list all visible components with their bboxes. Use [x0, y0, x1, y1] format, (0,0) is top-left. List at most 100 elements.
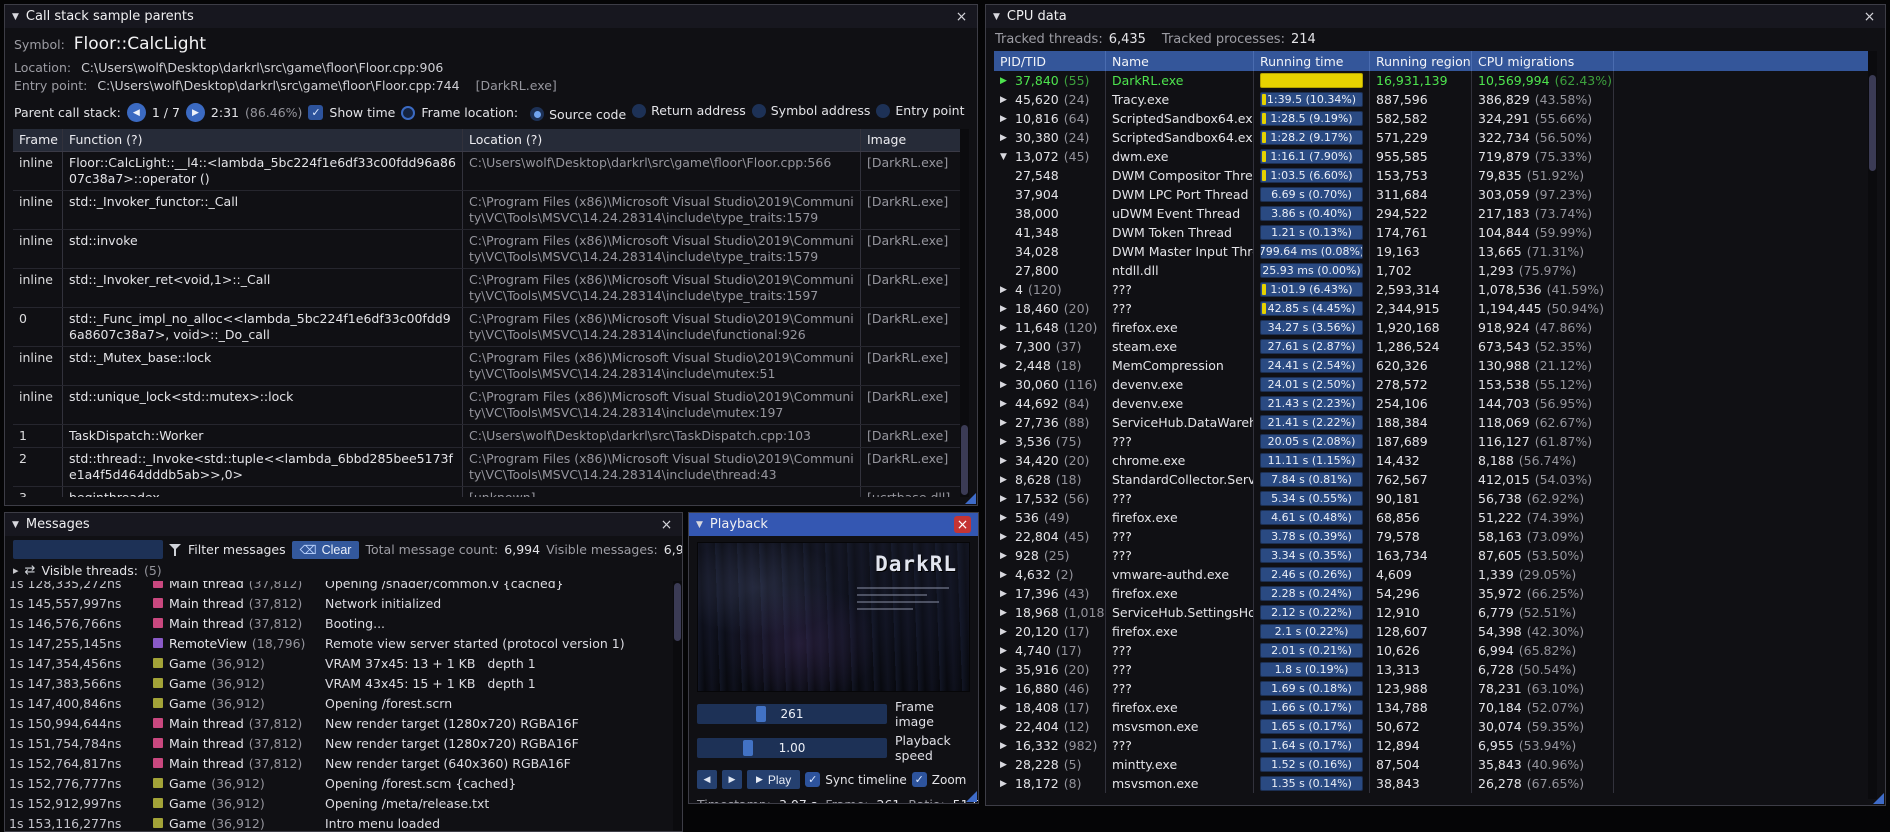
clear-button[interactable]: ⌫ Clear: [291, 540, 360, 559]
expand-arrow-icon[interactable]: ▶: [1000, 551, 1015, 561]
expand-arrow-icon[interactable]: ▶: [1000, 418, 1015, 428]
expand-arrow-icon[interactable]: ▶: [1000, 532, 1015, 542]
collapse-arrow-icon[interactable]: ▼: [12, 12, 19, 22]
collapse-arrow-icon[interactable]: ▼: [993, 12, 1000, 22]
column-header[interactable]: Running time: [1254, 51, 1370, 71]
expand-arrow-icon[interactable]: ▶: [1000, 76, 1015, 86]
message-row[interactable]: 1s 150,994,644ns Main thread (37,812) New r…: [5, 713, 673, 733]
cpu-row[interactable]: ▶ 4,740 (17)??? 2.01 s (0.21%) 10,626 6,994 (6…: [994, 641, 1877, 660]
message-row[interactable]: 1s 146,576,766ns Main thread (37,812) Booti…: [5, 613, 673, 633]
cpu-row[interactable]: ▼ 13,072 (45) dwm.exe 1:16.1 (7.90%) 955,585 7…: [994, 147, 1877, 166]
cpu-row[interactable]: ▶ 11,648 (120) firefox.exe 34.27 s (3.56%) 1,…: [994, 318, 1877, 337]
table-row[interactable]: inline std::unique_lock<std::mutex>::lock…: [13, 386, 960, 425]
cpu-row[interactable]: 38,000 uDWM Event Thread 3.86 s (0.40%) 294…: [994, 204, 1877, 223]
zoom-option[interactable]: Zoom 2×: [911, 772, 970, 787]
cpu-row[interactable]: 41,348 DWM Token Thread 1.21 s (0.13%) 174,…: [994, 223, 1877, 242]
cpu-row[interactable]: 37,904 DWM LPC Port Thread 6.69 s (0.70%) 3…: [994, 185, 1877, 204]
cpu-row[interactable]: ▶ 10,816 (64) ScriptedSandbox64.exe 1:28.5 (…: [994, 109, 1877, 128]
table-row[interactable]: 2 std::thread::_Invoke<std::tuple<<lambda…: [13, 448, 960, 487]
table-row[interactable]: inline Floor::CalcLight::__l4::<lambda_5b…: [13, 152, 960, 191]
close-icon[interactable]: ×: [1861, 8, 1878, 25]
messages-scrollbar[interactable]: [673, 581, 682, 831]
message-row[interactable]: 1s 152,764,817ns Main thread (37,812) New r…: [5, 753, 673, 773]
cpu-row[interactable]: ▶ 22,404 (12) msvsmon.exe 1.65 s (0.17%) 50,6…: [994, 717, 1877, 736]
cpu-row[interactable]: ▶ 17,532 (56)??? 5.34 s (0.55%) 90,181 56,738…: [994, 489, 1877, 508]
cpu-row[interactable]: ▶ 18,172 (8) msvsmon.exe 1.35 s (0.14%) 38,84…: [994, 774, 1877, 793]
step-back-button[interactable]: ◀: [697, 770, 717, 789]
cpu-row[interactable]: ▶ 4,632 (2) vmware-authd.exe 2.46 s (0.26%) 4…: [994, 565, 1877, 584]
cpu-row[interactable]: ▶ 20,120 (17) firefox.exe 2.1 s (0.22%) 128,6…: [994, 622, 1877, 641]
show-time-checkbox[interactable]: [308, 105, 324, 120]
collapse-arrow-icon[interactable]: ▼: [12, 520, 19, 530]
prev-callstack-button[interactable]: ◀: [126, 103, 146, 122]
expand-arrow-icon[interactable]: ▶: [1000, 95, 1015, 105]
expand-arrow-icon[interactable]: ▶: [1000, 589, 1015, 599]
expand-arrow-icon[interactable]: ▶: [1000, 342, 1015, 352]
cpu-row[interactable]: ▶ 45,620 (24) Tracy.exe 1:39.5 (10.34%) 887,5…: [994, 90, 1877, 109]
column-header[interactable]: PID/TID: [994, 51, 1106, 71]
message-row[interactable]: 1s 147,255,145ns RemoteView (18,796) Remote…: [5, 633, 673, 653]
cpu-row[interactable]: ▶ 30,060 (116) devenv.exe 24.01 s (2.50%) 278…: [994, 375, 1877, 394]
table-row[interactable]: inline std::_Mutex_base::lock C:\Program F…: [13, 347, 960, 386]
resize-grip[interactable]: [1873, 793, 1884, 804]
resize-grip[interactable]: [966, 791, 977, 802]
scrollbar-thumb[interactable]: [961, 425, 968, 495]
cpu-row[interactable]: ▶ 44,692 (84) devenv.exe 21.43 s (2.23%) 254,…: [994, 394, 1877, 413]
table-row[interactable]: 0 std::_Func_impl_no_alloc<<lambda_5bc224…: [13, 308, 960, 347]
message-row[interactable]: 1s 152,776,777ns Game (36,912) Opening /for…: [5, 773, 673, 793]
cpu-row[interactable]: ▶ 3,536 (75)??? 20.05 s (2.08%) 187,689 116,1…: [994, 432, 1877, 451]
expand-arrow-icon[interactable]: ▶: [1000, 646, 1015, 656]
sync-timeline-option[interactable]: Sync timeline: [805, 772, 907, 787]
expand-arrow-icon[interactable]: ▶: [1000, 380, 1015, 390]
expand-arrow-icon[interactable]: ▶: [1000, 114, 1015, 124]
message-row[interactable]: 1s 145,557,997ns Main thread (37,812) Netwo…: [5, 593, 673, 613]
expand-arrow-icon[interactable]: ▶: [1000, 304, 1015, 314]
message-row[interactable]: 1s 152,912,997ns Game (36,912) Opening /met…: [5, 793, 673, 813]
message-row[interactable]: 1s 147,400,846ns Game (36,912) Opening /for…: [5, 693, 673, 713]
play-button[interactable]: ▶ Play: [747, 770, 801, 789]
playback-titlebar[interactable]: ▼ Playback ×: [689, 513, 978, 536]
radio-entry-point[interactable]: Entry point: [876, 103, 965, 118]
cpu-row[interactable]: ▶18,968 (1,018)ServiceHub.SettingsHost.ex…: [994, 603, 1877, 622]
resize-grip[interactable]: [965, 493, 976, 504]
cpu-row[interactable]: ▶8,628 (18) StandardCollector.Service.e 7.8…: [994, 470, 1877, 489]
scrollbar-thumb[interactable]: [1869, 75, 1876, 171]
cpu-row[interactable]: ▶ 928 (25)??? 3.34 s (0.35%) 163,734 87,605 (5…: [994, 546, 1877, 565]
expand-arrow-icon[interactable]: ▶: [1000, 741, 1015, 751]
cpu-row[interactable]: ▶ 37,840 (55) DarkRL.exe 16,931,139 10,569,99…: [994, 71, 1877, 90]
column-header[interactable]: Location (?): [463, 129, 861, 151]
expand-arrow-icon[interactable]: ▶: [1000, 513, 1015, 523]
expand-arrow-icon[interactable]: ▶: [1000, 760, 1015, 770]
table-row[interactable]: 3beginthreadex[unknown][ucrtbase.dll]: [13, 487, 960, 497]
radio-return-address[interactable]: Return address: [632, 103, 746, 118]
cpu-row[interactable]: 27,800 ntdll.dll 25.93 ms (0.00%) 1,702 1,29…: [994, 261, 1877, 280]
radio-source-code[interactable]: Source code: [530, 107, 626, 122]
expand-arrow-icon[interactable]: ▶: [1000, 779, 1015, 789]
expand-arrow-icon[interactable]: ▶: [1000, 684, 1015, 694]
cpu-row[interactable]: ▶ 34,420 (20) chrome.exe 11.11 s (1.15%) 14,4…: [994, 451, 1877, 470]
playback-speed-slider[interactable]: 1.00: [697, 738, 887, 758]
expand-arrow-icon[interactable]: ▶: [1000, 285, 1015, 295]
sync-timeline-checkbox[interactable]: [805, 772, 821, 787]
column-header[interactable]: Image: [861, 129, 960, 151]
filter-input[interactable]: [13, 540, 163, 559]
message-row[interactable]: 1s 153,116,277ns Game (36,912) Intro menu l…: [5, 813, 673, 831]
expand-arrow-icon[interactable]: ▶: [1000, 722, 1015, 732]
table-row[interactable]: inline std::_Invoker_functor::_Call C:\Pro…: [13, 191, 960, 230]
expand-arrow-icon[interactable]: ▶: [1000, 361, 1015, 371]
cpu-row[interactable]: ▶ 22,804 (45)??? 3.78 s (0.39%) 79,578 58,163…: [994, 527, 1877, 546]
callstack-titlebar[interactable]: ▼ Call stack sample parents ×: [5, 5, 977, 28]
expand-arrow-icon[interactable]: ▶: [1000, 323, 1015, 333]
expand-arrow-icon[interactable]: ▶: [1000, 608, 1015, 618]
cpu-row[interactable]: 34,028 DWM Master Input Thread 799.64 ms (…: [994, 242, 1877, 261]
radio-symbol-address[interactable]: Symbol address: [751, 103, 870, 118]
slider-grabber[interactable]: [742, 740, 753, 756]
expand-arrow-icon[interactable]: ▶: [1000, 494, 1015, 504]
close-icon[interactable]: ×: [953, 8, 970, 25]
cpu-row[interactable]: ▶ 16,332 (982)??? 1.64 s (0.17%) 12,894 6,955…: [994, 736, 1877, 755]
message-row[interactable]: 1s 128,335,272ns Main thread (37,812) Openi…: [5, 581, 673, 593]
cpu-row[interactable]: ▶ 30,380 (24) ScriptedSandbox64.exe 1:28.2 (…: [994, 128, 1877, 147]
expand-arrow-icon[interactable]: ▶: [1000, 399, 1015, 409]
collapse-arrow-icon[interactable]: ▼: [696, 520, 703, 530]
next-callstack-button[interactable]: ▶: [185, 103, 205, 122]
